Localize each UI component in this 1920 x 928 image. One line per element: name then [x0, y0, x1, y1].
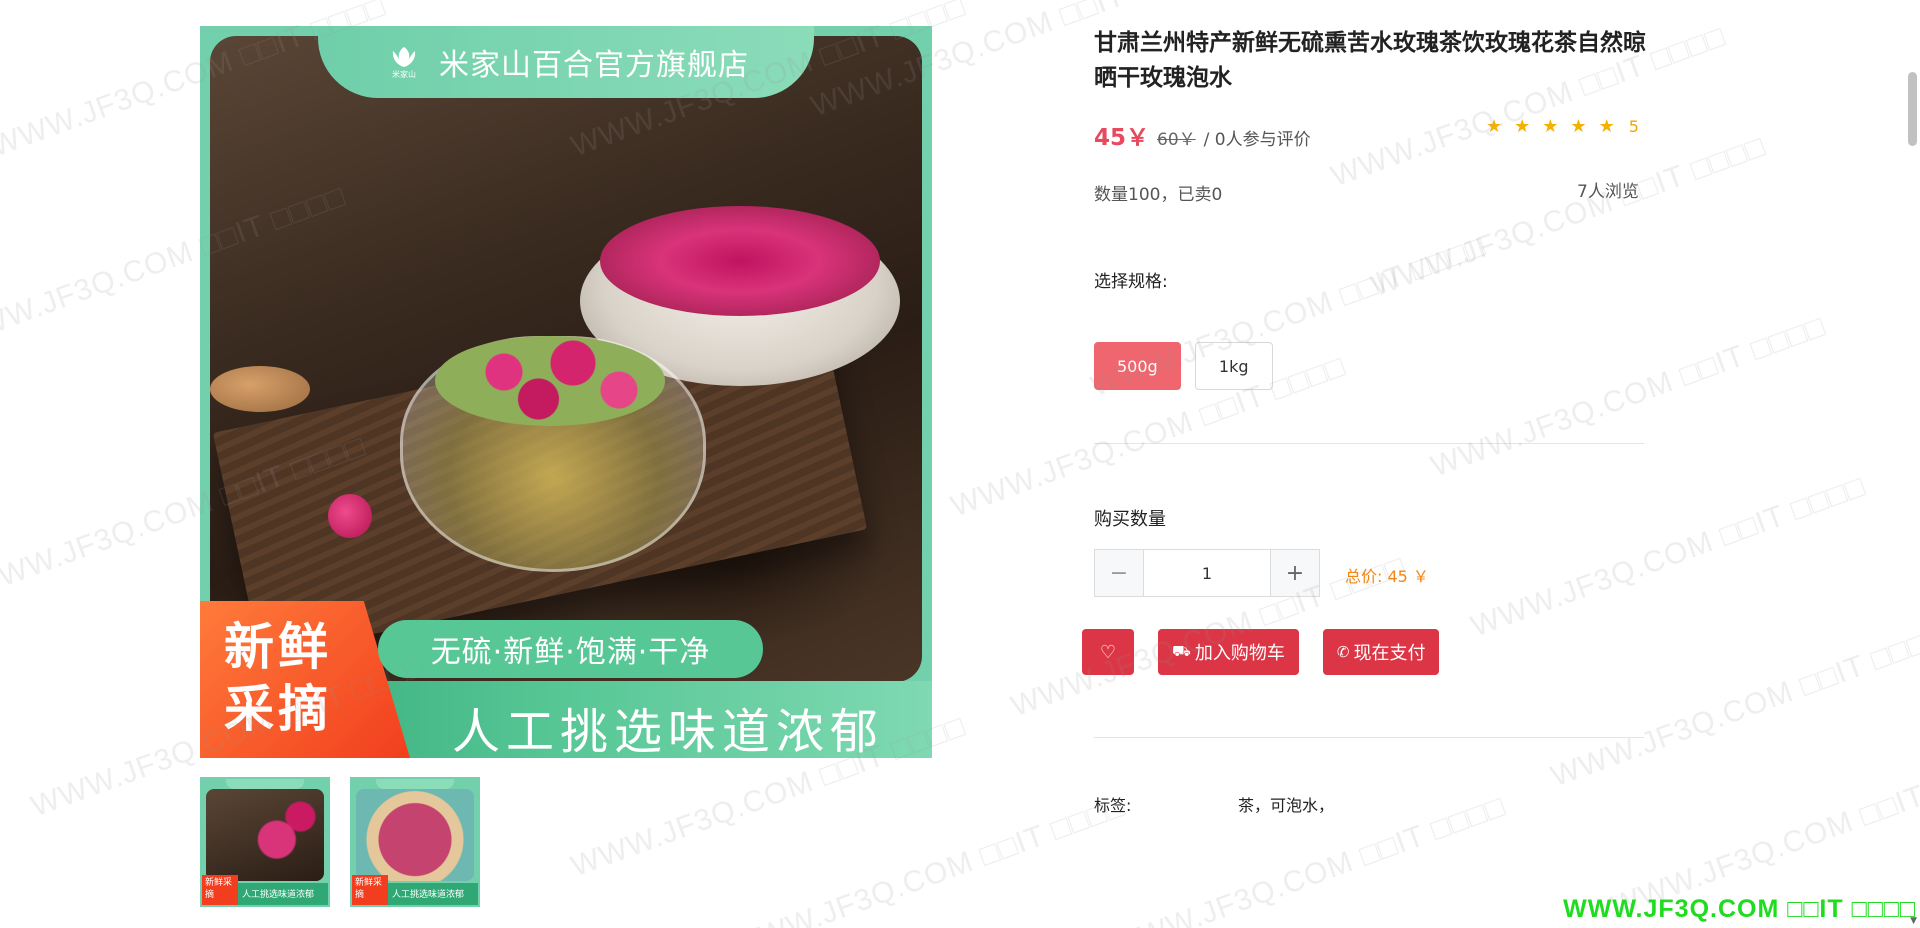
add-to-cart-label: 加入购物车: [1194, 643, 1285, 664]
thumbnail-1[interactable]: 新鲜采摘 人工挑选味道浓郁: [200, 777, 330, 907]
rating-value: 5: [1628, 117, 1639, 136]
spec-label: 选择规格:: [1094, 272, 1168, 292]
spec-options: 500g 1kg: [1094, 342, 1273, 390]
tags-label: 标签:: [1094, 796, 1132, 815]
badge-line-2: 采摘: [224, 680, 332, 738]
heart-icon: ♡: [1099, 641, 1117, 663]
watermark-text: WWW.JF3Q.COM □□IT □□□□: [1466, 469, 1870, 644]
view-count: 7人浏览: [1577, 182, 1639, 202]
add-to-cart-button[interactable]: ⛟ 加入购物车: [1158, 629, 1299, 675]
store-banner: 米家山 米家山百合官方旗舰店: [318, 26, 814, 98]
total-price: 总价: 45 ￥: [1345, 567, 1429, 586]
quantity-label: 购买数量: [1094, 509, 1166, 530]
thumbnail-slogan: 人工挑选味道浓郁: [392, 890, 465, 900]
increment-button[interactable]: +: [1270, 549, 1320, 597]
scrollbar-thumb[interactable]: [1908, 72, 1917, 146]
slogan-text: 人工挑选味道浓郁: [452, 704, 885, 758]
star-rating: ★ ★ ★ ★ ★ 5: [1486, 116, 1639, 137]
spec-option-1kg[interactable]: 1kg: [1194, 342, 1273, 390]
star-icon: ★: [1570, 116, 1587, 137]
original-price: 60￥: [1157, 130, 1196, 150]
favorite-button[interactable]: ♡: [1082, 629, 1134, 675]
site-watermark: WWW.JF3Q.COM □□IT □□□□: [1563, 895, 1916, 923]
action-buttons: ♡ ⛟ 加入购物车 ✆ 现在支付: [1082, 629, 1440, 675]
watermark-text: WWW.JF3Q.COM □□IT □□□□: [1426, 309, 1830, 484]
thumbnail-banner: [376, 779, 454, 789]
thumbnail-photo: [356, 789, 474, 881]
spec-option-500g[interactable]: 500g: [1094, 342, 1181, 390]
pay-now-button[interactable]: ✆ 现在支付: [1322, 629, 1440, 675]
product-photo: [210, 36, 922, 682]
thumbnail-2[interactable]: 新鲜采摘 人工挑选味道浓郁: [350, 777, 480, 907]
watermark-text: WWW.JF3Q.COM □□IT □□□□: [726, 789, 1130, 928]
review-count: / 0人参与评价: [1203, 130, 1311, 150]
pay-icon: ✆: [1336, 643, 1350, 661]
thumbnail-banner: [226, 779, 304, 789]
thumbnail-strip: 新鲜采摘 人工挑选味道浓郁 新鲜采摘 人工挑选味道浓郁: [200, 777, 480, 907]
price-row: 45￥ 60￥ / 0人参与评价: [1094, 118, 1311, 152]
tags-value: 茶，可泡水，: [1238, 796, 1335, 815]
vertical-scrollbar[interactable]: ▼: [1904, 0, 1920, 928]
star-icon: ★: [1514, 116, 1531, 137]
pay-now-label: 现在支付: [1353, 643, 1426, 664]
quantity-stepper: − +: [1094, 549, 1320, 597]
thumbnail-badge: 新鲜采摘: [202, 875, 238, 905]
star-icon: ★: [1598, 116, 1615, 137]
star-icon: ★: [1542, 116, 1559, 137]
lily-icon: [392, 46, 416, 67]
divider: [1094, 737, 1644, 738]
watermark-text: WWW.JF3Q.COM □□IT □□□□: [1546, 619, 1920, 794]
watermark-text: WWW.JF3Q.COM □□IT □□□□: [1366, 129, 1770, 304]
thumbnail-photo: [206, 789, 324, 881]
decrement-button[interactable]: −: [1094, 549, 1144, 597]
logo-subtext: 米家山: [392, 69, 416, 79]
thumbnail-badge: 新鲜采摘: [352, 875, 388, 905]
main-product-image: 米家山 米家山百合官方旗舰店 新鲜 采摘 无硫·新鲜·饱满·干净 人工挑选味道浓…: [200, 26, 932, 758]
store-name: 米家山百合官方旗舰店: [439, 48, 749, 83]
thumbnail-slogan: 人工挑选味道浓郁: [242, 890, 315, 900]
loose-rose-bud: [328, 494, 372, 538]
stock-info: 数量100，已卖0: [1094, 185, 1223, 205]
rose-buds-bowl: [600, 206, 880, 316]
divider: [1094, 443, 1644, 444]
cart-icon: ⛟: [1172, 642, 1191, 660]
wooden-spoon: [210, 366, 310, 412]
star-icon: ★: [1486, 116, 1503, 137]
quantity-input[interactable]: [1144, 549, 1270, 597]
fresh-badge-text: 新鲜 采摘: [224, 616, 332, 740]
badge-line-1: 新鲜: [224, 618, 332, 676]
feature-pill: 无硫·新鲜·饱满·干净: [378, 620, 763, 678]
store-logo-icon: 米家山: [383, 41, 425, 83]
rose-tea: [435, 336, 665, 426]
current-price: 45￥: [1094, 125, 1150, 151]
product-title: 甘肃兰州特产新鲜无硫熏苦水玫瑰茶饮玫瑰花茶自然晾晒干玫瑰泡水: [1094, 30, 1646, 91]
